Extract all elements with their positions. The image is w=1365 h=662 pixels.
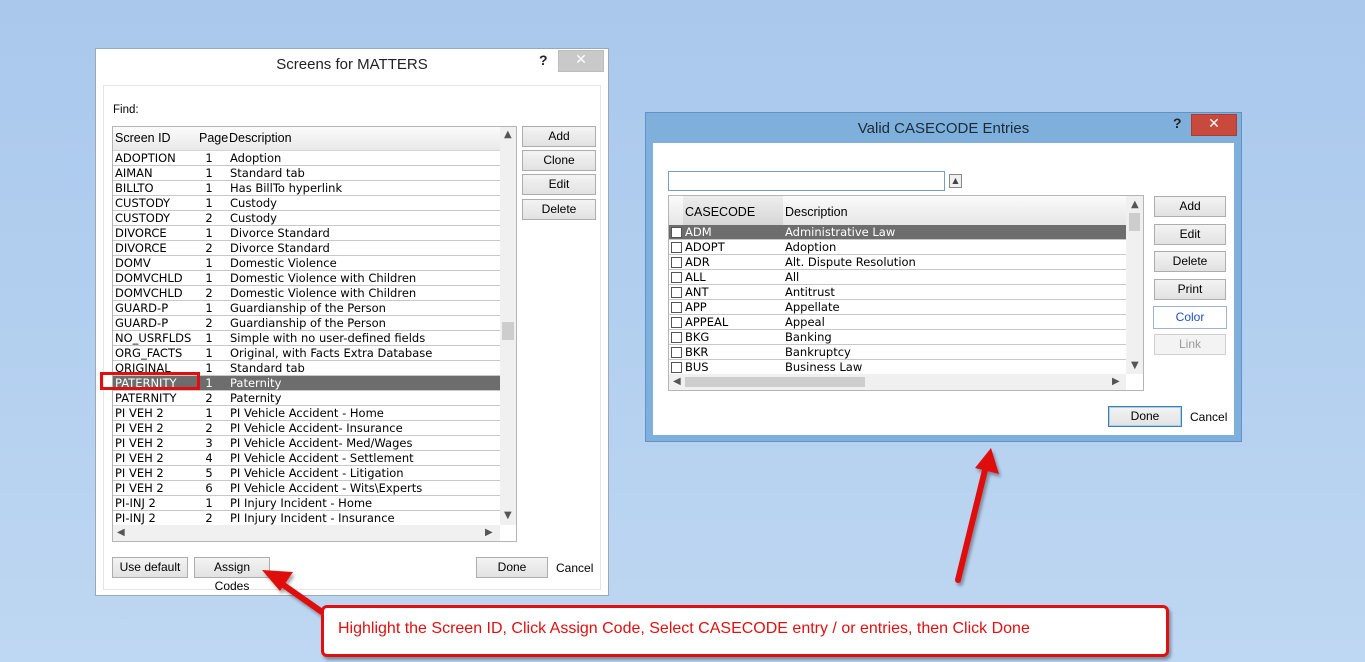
instruction-callout: Highlight the Screen ID, Click Assign Co… bbox=[321, 605, 1169, 657]
arrow-to-casecode-dialog bbox=[955, 448, 999, 583]
annotation-arrows bbox=[262, 448, 999, 615]
arrow-to-assign-codes bbox=[262, 570, 325, 615]
